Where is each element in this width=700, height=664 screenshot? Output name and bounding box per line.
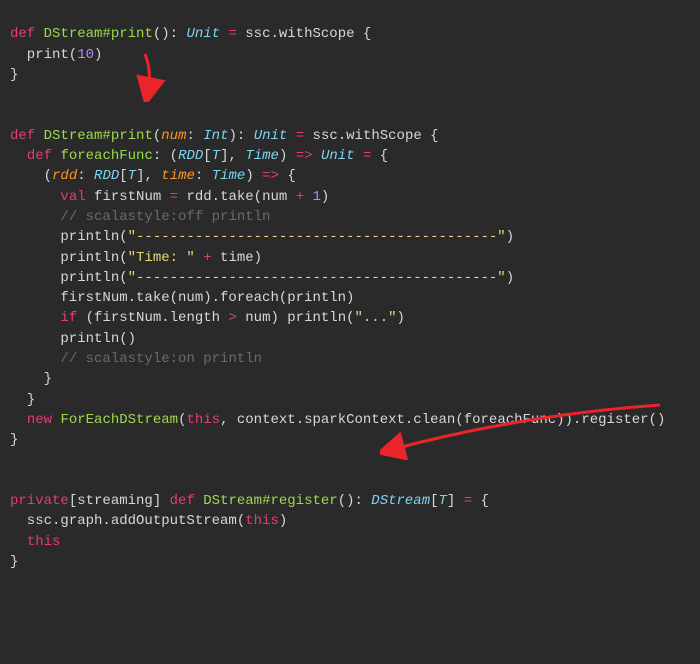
method-name: DStream#print xyxy=(44,128,153,144)
line: println("Time: " + time) xyxy=(10,250,262,266)
line: private[streaming] def DStream#register(… xyxy=(10,493,489,509)
code-block: def DStream#print(): Unit = ssc.withScop… xyxy=(0,0,700,664)
arrow-to-register-icon xyxy=(380,400,680,460)
method-name: DStream#register xyxy=(203,493,337,509)
line: ssc.graph.addOutputStream(this) xyxy=(10,513,287,529)
arrow-down-icon xyxy=(130,52,170,102)
line: } xyxy=(10,432,18,448)
line: new ForEachDStream(this, context.sparkCo… xyxy=(10,412,665,428)
line: println() xyxy=(10,331,136,347)
comment: // scalastyle:on println xyxy=(60,351,262,367)
line: println("-------------------------------… xyxy=(10,270,514,286)
line: } xyxy=(10,371,52,387)
line: val firstNum = rdd.take(num + 1) xyxy=(10,189,329,205)
line: // scalastyle:off println xyxy=(10,209,270,225)
line: def DStream#print(): Unit = ssc.withScop… xyxy=(10,26,371,42)
kw-def: def xyxy=(10,26,35,42)
comment: // scalastyle:off println xyxy=(60,209,270,225)
line: println("-------------------------------… xyxy=(10,229,514,245)
line: if (firstNum.length > num) println("..."… xyxy=(10,310,405,326)
line: } xyxy=(10,554,18,570)
line: print(10) xyxy=(10,47,102,63)
line: def foreachFunc: (RDD[T], Time) => Unit … xyxy=(10,148,388,164)
line: this xyxy=(10,534,60,550)
line: (rdd: RDD[T], time: Time) => { xyxy=(10,168,296,184)
line: } xyxy=(10,392,35,408)
line: } xyxy=(10,67,18,83)
line: // scalastyle:on println xyxy=(10,351,262,367)
line: def DStream#print(num: Int): Unit = ssc.… xyxy=(10,128,439,144)
line: firstNum.take(num).foreach(println) xyxy=(10,290,354,306)
method-name: DStream#print xyxy=(44,26,153,42)
